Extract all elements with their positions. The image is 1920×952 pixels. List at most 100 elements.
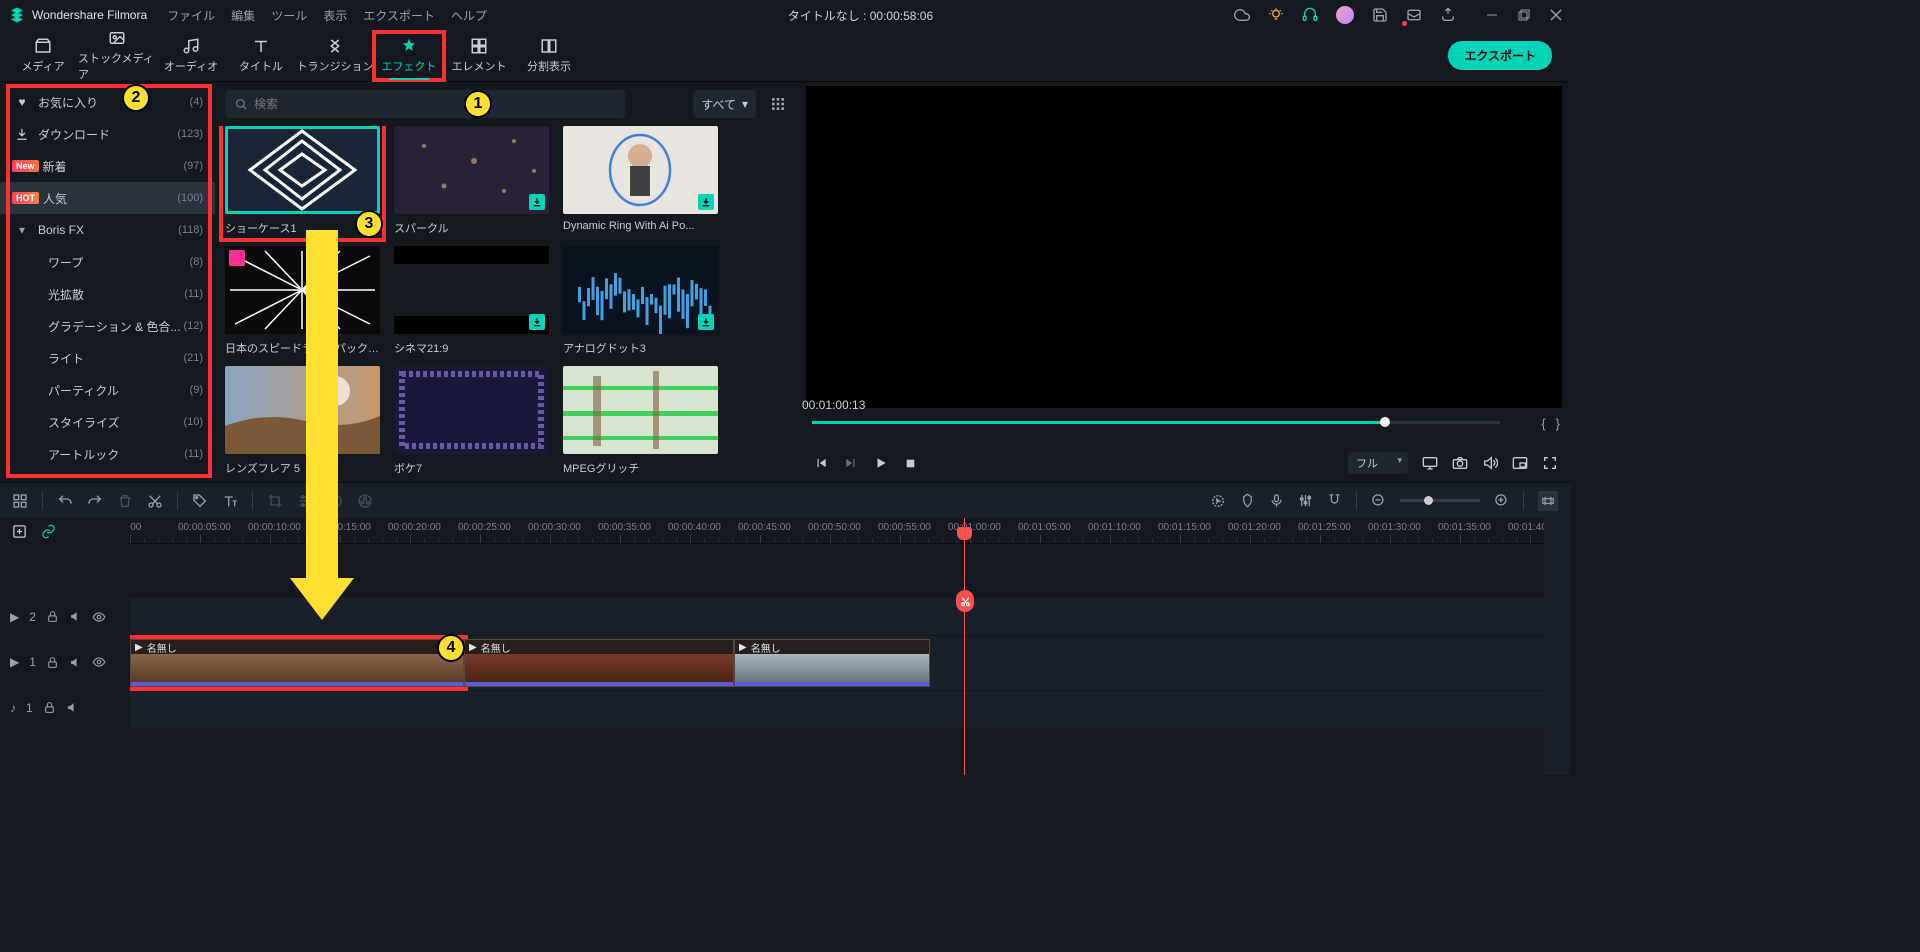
stop-icon[interactable]	[904, 457, 917, 470]
sidebar-item-favorites[interactable]: ♥お気に入り(4)	[0, 86, 215, 118]
sidebar-item-light[interactable]: ライト(21)	[0, 342, 215, 374]
zoom-in-icon[interactable]	[1494, 493, 1509, 508]
tag-icon[interactable]	[192, 493, 208, 509]
effect-thumb[interactable]: スパークル	[394, 126, 549, 236]
grid-view-icon[interactable]	[764, 90, 792, 118]
scissors-cursor-icon[interactable]	[956, 590, 974, 612]
play-icon[interactable]	[874, 456, 888, 470]
effect-thumb[interactable]: ボケ7	[394, 366, 549, 476]
maximize-icon[interactable]	[1518, 9, 1530, 21]
effect-thumb[interactable]: Dynamic Ring With Ai Po...	[563, 126, 718, 236]
undo-icon[interactable]	[57, 493, 73, 509]
search-field[interactable]	[225, 90, 625, 118]
layout-icon[interactable]	[12, 493, 28, 509]
inbox-icon[interactable]	[1406, 7, 1422, 23]
timeline-clip[interactable]: ▶名無し	[464, 639, 734, 687]
preview-canvas[interactable]	[806, 86, 1562, 408]
text-style-icon[interactable]	[222, 493, 238, 509]
sidebar-item-borisfx[interactable]: ▾Boris FX(118)	[0, 214, 215, 246]
sidebar-item-artlook[interactable]: アートルック(11)	[0, 438, 215, 470]
preview-scrubber[interactable]: {}	[812, 414, 1560, 430]
delete-icon[interactable]	[117, 493, 133, 509]
export-button[interactable]: エクスポート	[1448, 41, 1552, 70]
effect-thumb[interactable]: 日本のスピードラインパック オ...	[225, 246, 380, 356]
crop-icon[interactable]	[267, 493, 283, 509]
effect-thumb[interactable]: MPEGグリッチ	[563, 366, 718, 476]
voiceover-icon[interactable]	[1269, 493, 1284, 508]
link-icon[interactable]	[41, 524, 56, 539]
color-icon[interactable]	[357, 493, 373, 509]
lock-icon[interactable]	[43, 701, 56, 714]
bulb-icon[interactable]	[1268, 7, 1284, 23]
search-input[interactable]	[254, 97, 615, 111]
mute-icon[interactable]	[66, 701, 79, 714]
next-frame-icon[interactable]	[844, 456, 858, 470]
cloud-icon[interactable]	[1234, 7, 1250, 23]
fullscreen-icon[interactable]	[1542, 455, 1558, 471]
sidebar-item-stylize[interactable]: スタイライズ(10)	[0, 406, 215, 438]
time-ruler[interactable]: 0:00:0000:00:05:0000:00:10:0000:00:15:00…	[130, 518, 1570, 544]
sidebar-item-warp[interactable]: ワープ(8)	[0, 246, 215, 278]
eye-icon[interactable]	[92, 610, 106, 624]
timeline-clip[interactable]: ▶名無し	[734, 639, 930, 687]
menu-help[interactable]: ヘルプ	[451, 7, 487, 24]
track-header-a1[interactable]: ♪1	[0, 689, 130, 726]
mixer-icon[interactable]	[1298, 493, 1313, 508]
lock-icon[interactable]	[46, 610, 59, 623]
track-v1[interactable]: ▶名無し▶名無し▶名無し	[130, 636, 1570, 690]
effect-thumb[interactable]: レンズフレア 5	[225, 366, 380, 476]
prev-frame-icon[interactable]	[814, 456, 828, 470]
mute-icon[interactable]	[69, 610, 82, 623]
tab-element[interactable]: エレメント	[444, 32, 514, 80]
tab-transition[interactable]: トランジション	[296, 32, 374, 80]
close-icon[interactable]	[1550, 9, 1562, 21]
add-track-icon[interactable]	[12, 524, 27, 539]
mic-record-icon[interactable]	[1440, 7, 1456, 23]
zoom-fit-icon[interactable]	[1538, 491, 1558, 511]
scale-dropdown[interactable]: フル	[1348, 452, 1408, 474]
sidebar-item-gradient[interactable]: グラデーション & 色合...(12)	[0, 310, 215, 342]
sidebar-item-new[interactable]: New新着(97)	[0, 150, 215, 182]
menu-view[interactable]: 表示	[323, 7, 347, 24]
tab-split[interactable]: 分割表示	[514, 32, 584, 80]
sidebar-item-diffuse[interactable]: 光拡散(11)	[0, 278, 215, 310]
mark-braces[interactable]: {}	[1541, 416, 1560, 431]
track-a1[interactable]	[130, 691, 1570, 728]
zoom-out-icon[interactable]	[1371, 493, 1386, 508]
pip-icon[interactable]	[1512, 455, 1528, 471]
render-icon[interactable]	[1210, 493, 1226, 509]
save-icon[interactable]	[1372, 7, 1388, 23]
minimize-icon[interactable]	[1486, 9, 1498, 21]
zoom-slider[interactable]	[1400, 499, 1480, 502]
camera-icon[interactable]	[1452, 455, 1468, 471]
menu-tool[interactable]: ツール	[271, 7, 307, 24]
snap-icon[interactable]	[1327, 493, 1342, 508]
filter-dropdown[interactable]: すべて▾	[693, 90, 756, 118]
eye-icon[interactable]	[92, 655, 106, 669]
menu-file[interactable]: ファイル	[167, 7, 215, 24]
tab-title[interactable]: タイトル	[226, 32, 296, 80]
tab-effect[interactable]: エフェクト	[374, 32, 444, 80]
menu-export[interactable]: エクスポート	[363, 7, 435, 24]
monitor-icon[interactable]	[1422, 455, 1438, 471]
menu-edit[interactable]: 編集	[231, 7, 255, 24]
sidebar-item-downloads[interactable]: ダウンロード(123)	[0, 118, 215, 150]
redo-icon[interactable]	[87, 493, 103, 509]
effect-thumb[interactable]: シネマ21:9	[394, 246, 549, 356]
lock-icon[interactable]	[46, 656, 59, 669]
track-header-v1[interactable]: ▶1	[0, 635, 130, 689]
cut-icon[interactable]	[147, 493, 163, 509]
timeline-clip[interactable]: ▶名無し	[130, 639, 464, 687]
playhead[interactable]	[964, 518, 965, 775]
timeline-body[interactable]: 0:00:0000:00:05:0000:00:10:0000:00:15:00…	[130, 518, 1570, 775]
sidebar-item-particle[interactable]: パーティクル(9)	[0, 374, 215, 406]
sidebar-item-popular[interactable]: HOT人気(100)	[0, 182, 215, 214]
tab-stock[interactable]: ストックメディア	[78, 32, 156, 80]
track-header-v2[interactable]: ▶2	[0, 598, 130, 635]
tab-audio[interactable]: オーディオ	[156, 32, 226, 80]
effect-thumb[interactable]: アナログドット3	[563, 246, 718, 356]
mute-icon[interactable]	[69, 656, 82, 669]
volume-icon[interactable]	[1482, 455, 1498, 471]
marker-tool-icon[interactable]	[1240, 493, 1255, 508]
headset-icon[interactable]	[1302, 7, 1318, 23]
